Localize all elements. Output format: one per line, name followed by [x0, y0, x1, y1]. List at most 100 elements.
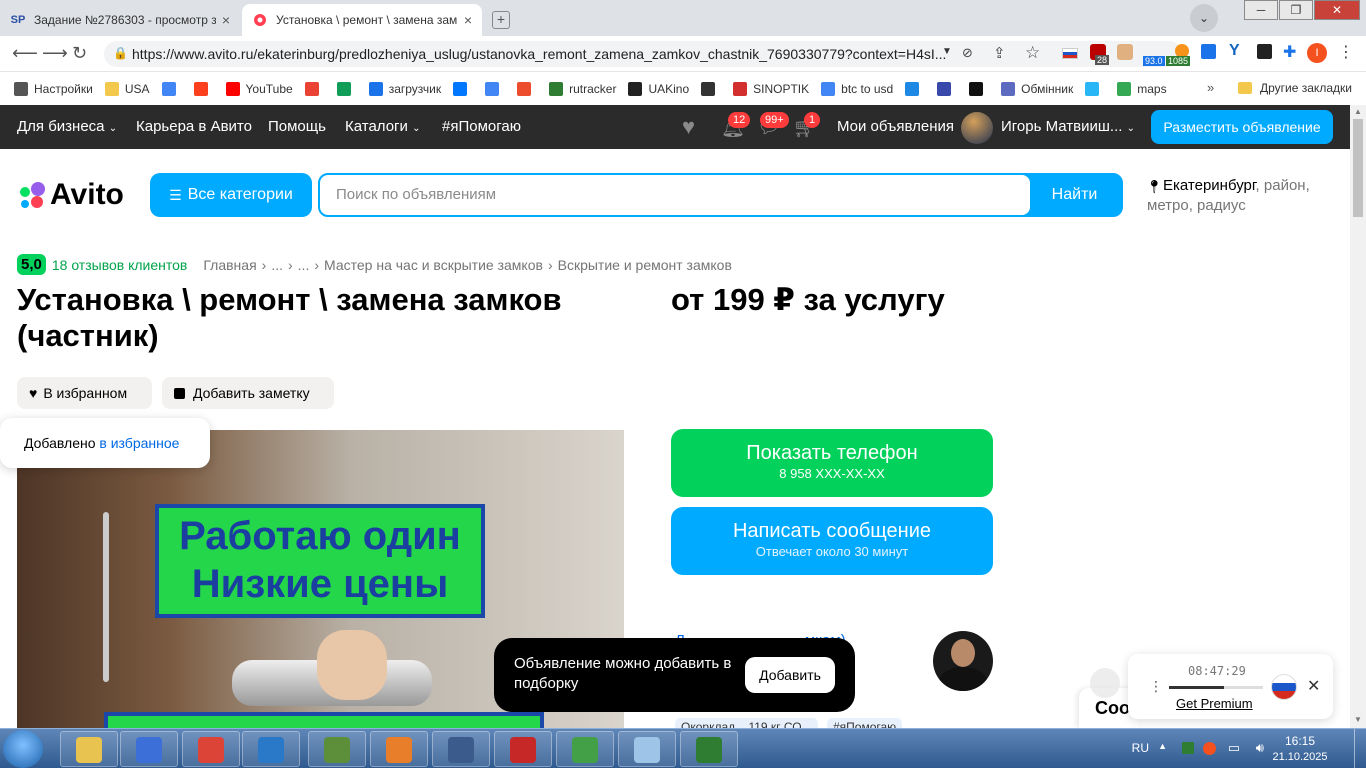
- breadcrumb-item[interactable]: Мастер на час и вскрытие замков: [324, 257, 543, 273]
- taskbar-app[interactable]: [182, 731, 240, 767]
- location-selector[interactable]: 📍︎ Екатеринбург, район, метро, радиус: [1146, 176, 1337, 216]
- tab-close-icon[interactable]: ×: [464, 12, 472, 28]
- taskbar-app[interactable]: [60, 731, 118, 767]
- taskbar-app[interactable]: [308, 731, 366, 767]
- bookmarks-more[interactable]: »: [1207, 80, 1214, 95]
- tab-task[interactable]: SP Задание №2786303 - просмотр з ×: [0, 4, 240, 36]
- share-icon[interactable]: ⇪: [993, 44, 1006, 62]
- clock-time[interactable]: 16:15: [1270, 734, 1330, 748]
- search-input[interactable]: Поиск по объявлениям: [320, 175, 1030, 215]
- bookmark-bc[interactable]: [969, 81, 989, 96]
- page-scrollbar[interactable]: ▲ ▼: [1350, 105, 1366, 728]
- add-to-collection-button[interactable]: Добавить: [745, 657, 835, 693]
- profile-avatar[interactable]: I: [1307, 43, 1327, 63]
- all-categories-button[interactable]: ☰ Все категории: [150, 173, 312, 217]
- bookmark-p[interactable]: [905, 81, 925, 96]
- scrollbar-thumb[interactable]: [1353, 119, 1363, 217]
- nav-business[interactable]: Для бизнеса ⌄: [17, 118, 117, 135]
- show-desktop-button[interactable]: [1354, 729, 1366, 769]
- bookmark-rutracker[interactable]: rutracker: [549, 81, 616, 96]
- bookmark-настройки[interactable]: Настройки: [14, 81, 93, 96]
- scroll-down-icon[interactable]: ▼: [1354, 715, 1362, 724]
- bookmark-google[interactable]: [161, 81, 182, 96]
- reload-icon[interactable]: ↻: [72, 43, 87, 64]
- url-dropdown-icon[interactable]: ▼: [942, 46, 952, 57]
- minimize-icon[interactable]: ─: [1244, 0, 1278, 20]
- bookmark-обмінник[interactable]: Обмінник: [1001, 81, 1073, 96]
- language-indicator[interactable]: RU: [1132, 741, 1149, 755]
- download-icon[interactable]: [1201, 44, 1216, 59]
- nav-ya-pomogayu[interactable]: #яПомогаю: [442, 118, 521, 135]
- bookmark-translate[interactable]: [485, 81, 505, 96]
- breadcrumb-item[interactable]: ...: [298, 257, 310, 273]
- breadcrumb-item[interactable]: ...: [271, 257, 283, 273]
- taskbar-app[interactable]: [432, 731, 490, 767]
- nav-catalogs[interactable]: Каталоги ⌄: [345, 118, 420, 135]
- bookmark-maps[interactable]: maps: [1117, 81, 1167, 96]
- nav-help[interactable]: Помощь: [268, 118, 326, 135]
- user-menu[interactable]: Игорь Матвииш... ⌄: [1001, 118, 1135, 135]
- address-bar[interactable]: 🔒 https://www.avito.ru/ekaterinburg/pred…: [104, 41, 1182, 67]
- bookmark-yandex[interactable]: [193, 81, 214, 96]
- russia-flag-icon[interactable]: [1271, 674, 1297, 700]
- scroll-up-icon[interactable]: ▲: [1354, 107, 1362, 116]
- bookmark-vk[interactable]: [453, 81, 473, 96]
- tray-expand-icon[interactable]: ▲: [1158, 741, 1167, 751]
- terminal-extension-icon[interactable]: [1257, 44, 1272, 59]
- favorites-heart-icon[interactable]: ♥: [682, 114, 695, 140]
- taskbar-app[interactable]: [556, 731, 614, 767]
- bookmark-uakino[interactable]: UAKino: [628, 81, 689, 96]
- favorite-chip[interactable]: ♥ В избранном: [17, 377, 152, 409]
- avito-logo[interactable]: Avito: [17, 178, 124, 212]
- get-premium-link[interactable]: Get Premium: [1176, 696, 1253, 711]
- close-window-icon[interactable]: ✕: [1314, 0, 1360, 20]
- favorites-link[interactable]: в избранное: [99, 435, 179, 451]
- bookmark-загрузчик[interactable]: загрузчик: [368, 81, 441, 96]
- taskbar-app[interactable]: [680, 731, 738, 767]
- tab-search-icon[interactable]: ⌄: [1190, 4, 1218, 32]
- tab-close-icon[interactable]: ×: [222, 12, 230, 28]
- taskbar-app[interactable]: [242, 731, 300, 767]
- nav-career[interactable]: Карьера в Авито: [136, 118, 252, 135]
- bookmark-youtube[interactable]: YouTube: [225, 81, 293, 96]
- bookmark-btc-to-usd[interactable]: btc to usd: [821, 81, 893, 96]
- bookmark-drive[interactable]: [336, 81, 357, 96]
- tray-app-icon[interactable]: [1182, 742, 1194, 754]
- post-ad-button[interactable]: Разместить объявление: [1151, 110, 1333, 144]
- taskbar-app[interactable]: [120, 731, 178, 767]
- write-message-button[interactable]: Написать сообщение Отвечает около 30 мин…: [671, 507, 993, 575]
- add-note-chip[interactable]: Добавить заметку: [162, 377, 334, 409]
- new-tab-button[interactable]: +: [492, 11, 510, 29]
- show-phone-button[interactable]: Показать телефон 8 958 XXX-XX-XX: [671, 429, 993, 497]
- recorder-menu-icon[interactable]: ⋮: [1149, 678, 1163, 695]
- bookmark-sinoptik[interactable]: SINOPTIK: [733, 81, 809, 96]
- taskbar-app[interactable]: [494, 731, 552, 767]
- breadcrumb-item[interactable]: Вскрытие и ремонт замков: [558, 257, 732, 273]
- my-ads-link[interactable]: Мои объявления: [837, 118, 954, 135]
- bookmark-chess[interactable]: [701, 81, 721, 96]
- reviews-link[interactable]: 18 отзывов клиентов: [52, 257, 188, 273]
- bookmark-arrow[interactable]: [937, 81, 957, 96]
- extensions-puzzle-icon[interactable]: ✚: [1283, 42, 1296, 62]
- clock-date[interactable]: 21.10.2025: [1260, 751, 1340, 763]
- recorder-close-icon[interactable]: ✕: [1307, 676, 1320, 696]
- russia-flag-icon[interactable]: [1062, 48, 1078, 59]
- bookmark-snow[interactable]: [1085, 81, 1105, 96]
- taskbar-app[interactable]: [370, 731, 428, 767]
- bookmark-gmail[interactable]: [304, 81, 325, 96]
- back-icon[interactable]: ⟵: [12, 43, 38, 64]
- y-extension-icon[interactable]: Y: [1229, 42, 1240, 60]
- bookmark-usa[interactable]: USA: [104, 81, 150, 96]
- face-extension-icon[interactable]: [1117, 44, 1133, 60]
- start-button-icon[interactable]: [3, 730, 43, 768]
- maximize-icon[interactable]: ❐: [1279, 0, 1313, 20]
- bookmark-star-icon[interactable]: ☆: [1025, 43, 1040, 63]
- blocked-icon[interactable]: ⊘: [962, 45, 973, 61]
- taskbar-app[interactable]: [618, 731, 676, 767]
- other-bookmarks[interactable]: Другие закладки: [1238, 81, 1352, 95]
- tray-app-icon[interactable]: [1203, 742, 1216, 755]
- forward-icon[interactable]: ⟶: [42, 43, 68, 64]
- menu-dots-icon[interactable]: ⋮: [1338, 42, 1354, 62]
- bookmark-f[interactable]: [517, 81, 537, 96]
- search-button[interactable]: Найти: [1028, 175, 1121, 215]
